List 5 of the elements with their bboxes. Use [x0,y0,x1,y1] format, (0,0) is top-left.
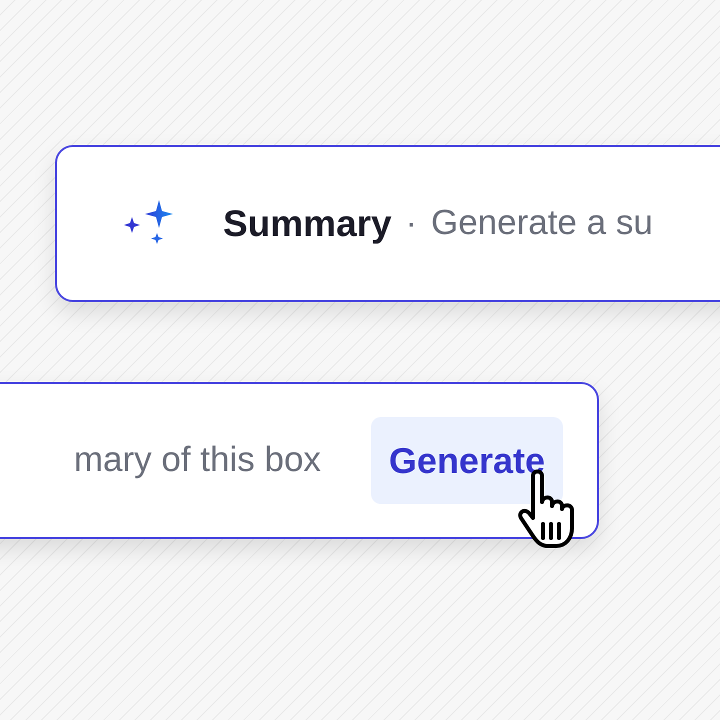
summary-description: Generate a su [430,202,653,244]
generate-button[interactable]: Generate [370,417,563,504]
summary-title: Summary [223,202,392,246]
separator-dot: · [406,203,417,244]
generate-description: mary of this box [74,439,321,482]
